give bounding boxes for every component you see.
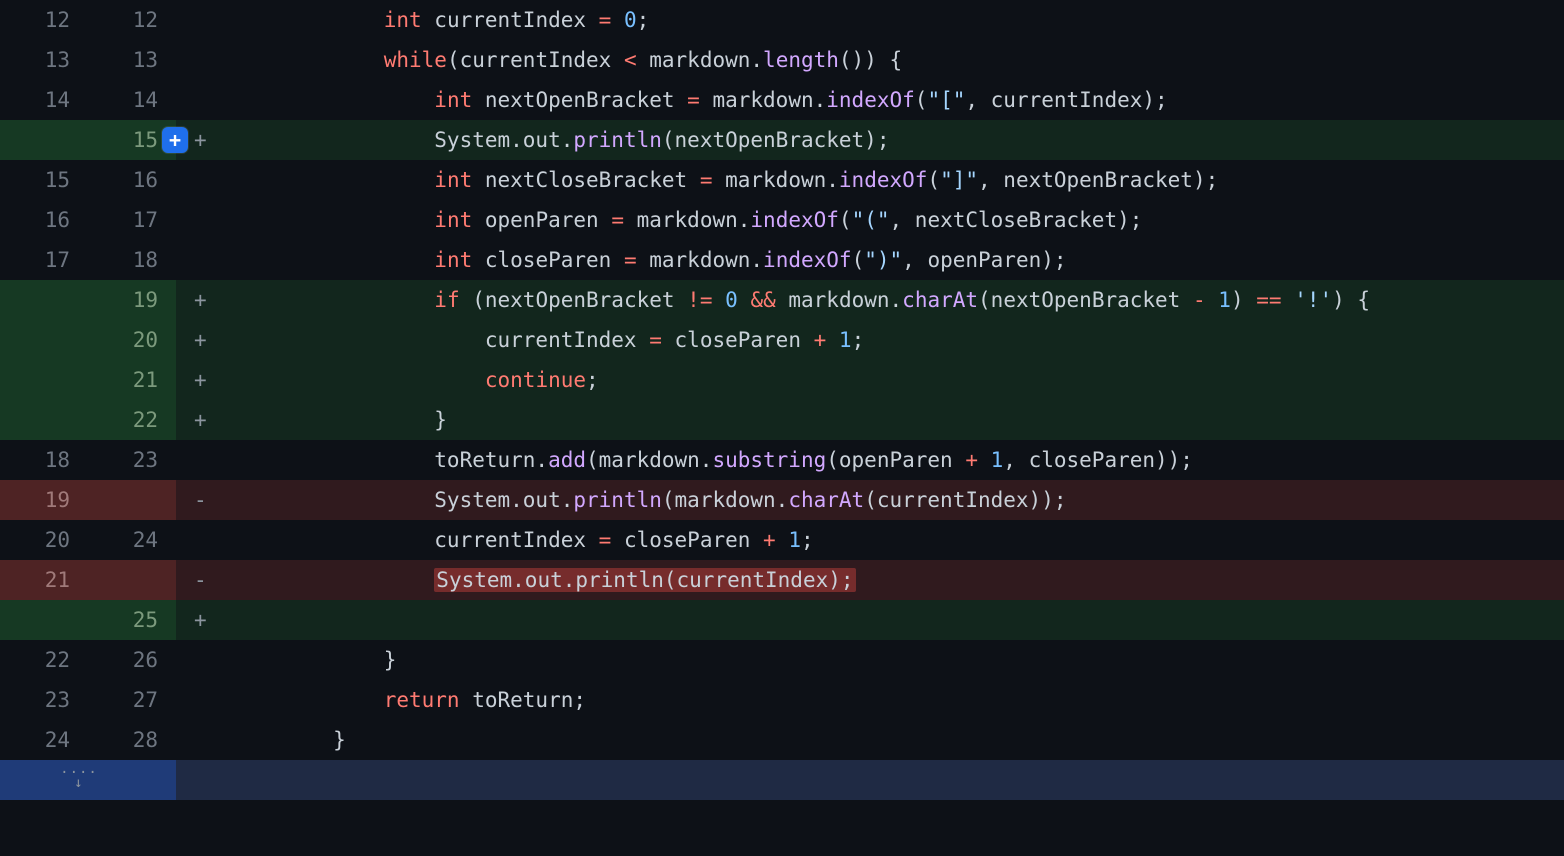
line-number-new[interactable]: 15+ — [88, 120, 176, 160]
line-number-new[interactable]: 19 — [88, 280, 176, 320]
code-cell[interactable]: System.out.println(nextOpenBracket); — [224, 120, 1564, 160]
code-cell[interactable]: int closeParen = markdown.indexOf(")", o… — [224, 240, 1564, 280]
line-number-new[interactable]: 26 — [88, 640, 176, 680]
line-number-old[interactable]: 19 — [0, 480, 88, 520]
code-cell[interactable]: toReturn.add(markdown.substring(openPare… — [224, 440, 1564, 480]
line-number-old[interactable]: 12 — [0, 0, 88, 40]
diff-row: 21+ continue; — [0, 360, 1564, 400]
diff-row: 1617 int openParen = markdown.indexOf("(… — [0, 200, 1564, 240]
line-number-new[interactable]: 22 — [88, 400, 176, 440]
line-number-new[interactable]: 21 — [88, 360, 176, 400]
code-cell[interactable]: continue; — [224, 360, 1564, 400]
line-number-old[interactable]: 18 — [0, 440, 88, 480]
code-cell[interactable]: return toReturn; — [224, 680, 1564, 720]
diff-row: 1516 int nextCloseBracket = markdown.ind… — [0, 160, 1564, 200]
code-cell[interactable]: if (nextOpenBracket != 0 && markdown.cha… — [224, 280, 1564, 320]
diff-row: 2024 currentIndex = closeParen + 1; — [0, 520, 1564, 560]
diff-row: 2428 } — [0, 720, 1564, 760]
line-number-old[interactable]: 21 — [0, 560, 88, 600]
diff-marker: - — [176, 560, 224, 600]
code-cell[interactable]: } — [224, 640, 1564, 680]
code-cell[interactable]: int openParen = markdown.indexOf("(", ne… — [224, 200, 1564, 240]
line-number-old[interactable] — [0, 320, 88, 360]
code-cell[interactable]: } — [224, 720, 1564, 760]
line-number-old[interactable]: 15 — [0, 160, 88, 200]
diff-marker — [176, 80, 224, 120]
diff-marker: - — [176, 480, 224, 520]
line-number-new[interactable] — [88, 480, 176, 520]
line-number-old[interactable] — [0, 120, 88, 160]
code-cell[interactable]: currentIndex = closeParen + 1; — [224, 520, 1564, 560]
diff-marker — [176, 680, 224, 720]
diff-row: 1823 toReturn.add(markdown.substring(ope… — [0, 440, 1564, 480]
diff-marker: + — [176, 320, 224, 360]
line-number-old[interactable] — [0, 600, 88, 640]
diff-marker — [176, 720, 224, 760]
line-number-new[interactable]: 20 — [88, 320, 176, 360]
code-cell[interactable]: int nextOpenBracket = markdown.indexOf("… — [224, 80, 1564, 120]
line-number-new[interactable]: 17 — [88, 200, 176, 240]
line-number-old[interactable]: 16 — [0, 200, 88, 240]
diff-row: 1414 int nextOpenBracket = markdown.inde… — [0, 80, 1564, 120]
diff-row: 1313 while(currentIndex < markdown.lengt… — [0, 40, 1564, 80]
expand-icon[interactable]: ····↓ — [0, 760, 176, 800]
code-cell[interactable]: System.out.println(markdown.charAt(curre… — [224, 480, 1564, 520]
line-number-old[interactable]: 24 — [0, 720, 88, 760]
diff-marker — [176, 40, 224, 80]
code-cell[interactable]: currentIndex = closeParen + 1; — [224, 320, 1564, 360]
line-number-new[interactable]: 12 — [88, 0, 176, 40]
line-number-new[interactable]: 14 — [88, 80, 176, 120]
diff-marker: + — [176, 360, 224, 400]
diff-marker — [176, 240, 224, 280]
line-number-new[interactable]: 18 — [88, 240, 176, 280]
diff-marker: + — [176, 280, 224, 320]
line-number-new[interactable]: 23 — [88, 440, 176, 480]
diff-marker — [176, 160, 224, 200]
line-number-new[interactable]: 27 — [88, 680, 176, 720]
chevron-down-icon: ↓ — [0, 778, 158, 788]
line-number-old[interactable] — [0, 280, 88, 320]
code-cell[interactable]: while(currentIndex < markdown.length()) … — [224, 40, 1564, 80]
diff-marker — [176, 520, 224, 560]
diff-row: 19 - System.out.println(markdown.charAt(c… — [0, 480, 1564, 520]
line-number-old[interactable]: 20 — [0, 520, 88, 560]
diff-row: 20+ currentIndex = closeParen + 1; — [0, 320, 1564, 360]
line-number-old[interactable]: 14 — [0, 80, 88, 120]
diff-row: 19+ if (nextOpenBracket != 0 && markdown… — [0, 280, 1564, 320]
diff-row: 22+ } — [0, 400, 1564, 440]
line-number-new[interactable] — [88, 560, 176, 600]
diff-row: 2327 return toReturn; — [0, 680, 1564, 720]
diff-row: 1212 int currentIndex = 0; — [0, 0, 1564, 40]
diff-row: 25+ — [0, 600, 1564, 640]
line-number-new[interactable]: 24 — [88, 520, 176, 560]
diff-row: 2226 } — [0, 640, 1564, 680]
add-comment-button[interactable]: + — [162, 127, 188, 153]
diff-marker — [176, 640, 224, 680]
line-number-old[interactable]: 23 — [0, 680, 88, 720]
code-cell[interactable]: int nextCloseBracket = markdown.indexOf(… — [224, 160, 1564, 200]
line-number-old[interactable]: 17 — [0, 240, 88, 280]
line-number-old[interactable]: 22 — [0, 640, 88, 680]
line-number-old[interactable] — [0, 360, 88, 400]
line-number-new[interactable]: 13 — [88, 40, 176, 80]
line-number-new[interactable]: 16 — [88, 160, 176, 200]
line-number-new[interactable]: 28 — [88, 720, 176, 760]
diff-marker — [176, 0, 224, 40]
diff-marker: + — [176, 400, 224, 440]
diff-row: 15++ System.out.println(nextOpenBracket)… — [0, 120, 1564, 160]
diff-row: 21 - System.out.println(currentIndex); — [0, 560, 1564, 600]
diff-marker — [176, 440, 224, 480]
code-cell[interactable]: System.out.println(currentIndex); — [224, 560, 1564, 600]
code-cell[interactable] — [224, 600, 1564, 640]
diff-row: 1718 int closeParen = markdown.indexOf("… — [0, 240, 1564, 280]
code-cell[interactable]: } — [224, 400, 1564, 440]
expand-hunk-row[interactable]: ····↓ — [0, 760, 1564, 800]
code-cell[interactable]: int currentIndex = 0; — [224, 0, 1564, 40]
diff-marker: + — [176, 600, 224, 640]
line-number-old[interactable]: 13 — [0, 40, 88, 80]
diff-table: 1212 int currentIndex = 0;1313 while(cur… — [0, 0, 1564, 800]
line-number-old[interactable] — [0, 400, 88, 440]
line-number-new[interactable]: 25 — [88, 600, 176, 640]
diff-marker — [176, 200, 224, 240]
